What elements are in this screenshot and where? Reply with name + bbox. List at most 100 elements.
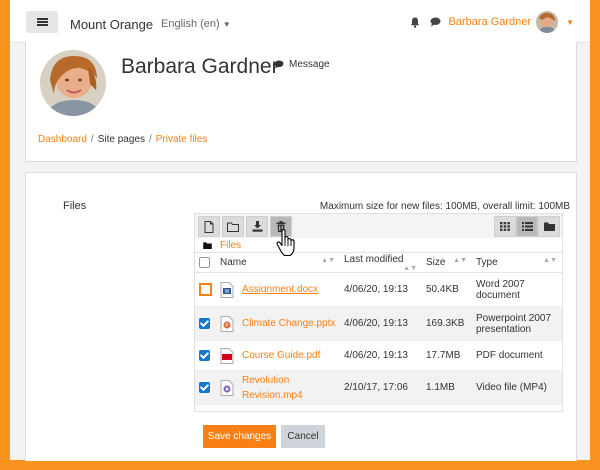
video-file-icon (220, 379, 234, 396)
profile-picture (40, 50, 106, 116)
view-tree-button[interactable] (538, 216, 560, 237)
file-manager-toolbar (195, 214, 562, 238)
download-icon (252, 221, 262, 232)
breadcrumb-private-files[interactable]: Private files (156, 134, 208, 145)
modified-cell: 4/06/20, 19:13 (340, 306, 422, 341)
page-frame: Mount Orange English (en) ▼ Barbara Gardn… (10, 0, 590, 461)
table-row[interactable]: W Assignment.docx 4/06/20, 19:13 50.4KB … (195, 272, 562, 307)
hamburger-icon (36, 18, 48, 26)
table-row[interactable]: Revolution Revision.mp4 2/10/17, 17:06 1… (195, 370, 562, 405)
folder-icon (543, 222, 555, 231)
table-row[interactable]: P Climate Change.pptx 4/06/20, 19:13 169… (195, 306, 562, 341)
breadcrumb-site-pages: Site pages (97, 134, 145, 145)
modified-cell: 4/06/20, 19:13 (340, 340, 422, 371)
pdf-icon (220, 347, 234, 364)
max-size-info: Maximum size for new files: 100MB, overa… (319, 201, 570, 212)
caret-down-icon[interactable]: ▼ (566, 18, 574, 27)
size-cell: 50.4KB (422, 272, 472, 307)
chat-icon[interactable] (430, 17, 441, 27)
file-name-link[interactable]: Climate Change.pptx (242, 316, 335, 331)
grid-icon (500, 222, 510, 231)
hand-cursor-icon (276, 229, 295, 257)
powerpoint-icon: P (220, 315, 234, 332)
row-checkbox[interactable] (199, 283, 212, 296)
breadcrumb: Dashboard / Site pages / Private files (38, 134, 207, 145)
page-title: Barbara Gardner (121, 55, 279, 78)
list-icon (521, 222, 533, 231)
file-manager: Files Name ▲▼ Last modified ▲▼ Size ▲▼ Type… (194, 213, 563, 412)
language-menu[interactable]: English (en) ▼ (161, 18, 231, 30)
sort-icon: ▲▼ (321, 257, 335, 264)
column-label: Last modified (344, 253, 404, 265)
size-cell: 169.3KB (422, 306, 472, 341)
size-cell: 17.7MB (422, 340, 472, 371)
column-label: Name (220, 257, 247, 268)
folder-outline-icon (227, 222, 239, 232)
message-label: Message (289, 59, 330, 70)
type-cell: Powerpoint 2007 presentation (472, 306, 562, 341)
file-name-link[interactable]: Course Guide.pdf (242, 348, 320, 363)
view-list-button[interactable] (516, 216, 538, 237)
files-field-label: Files (63, 200, 87, 212)
user-menu-name[interactable]: Barbara Gardner (449, 16, 532, 28)
column-label: Type (476, 257, 498, 268)
download-button[interactable] (246, 216, 268, 237)
column-label: Size (426, 257, 446, 268)
file-icon (204, 220, 214, 233)
type-cell: PDF document (472, 340, 562, 371)
breadcrumb-dashboard[interactable]: Dashboard (38, 134, 87, 145)
cancel-button[interactable]: Cancel (281, 425, 325, 448)
size-cell: 1.1MB (422, 370, 472, 405)
top-navbar: Mount Orange English (en) ▼ Barbara Gardn… (10, 0, 590, 43)
sort-icon: ▲▼ (543, 257, 557, 264)
avatar[interactable] (536, 11, 559, 33)
modified-cell: 2/10/17, 17:06 (340, 370, 422, 405)
file-table: Name ▲▼ Last modified ▲▼ Size ▲▼ Type ▲▼ W (195, 252, 562, 405)
row-checkbox[interactable] (199, 318, 210, 329)
file-name-cell: Revolution Revision.mp4 (216, 370, 340, 405)
row-checkbox[interactable] (199, 350, 210, 361)
view-icons-button[interactable] (494, 216, 516, 237)
user-avatar-image (536, 11, 559, 33)
modified-cell: 4/06/20, 19:13 (340, 272, 422, 307)
column-header-modified[interactable]: Last modified ▲▼ (340, 252, 422, 273)
user-area: Barbara Gardner ▼ (410, 9, 574, 35)
breadcrumb-separator: / (90, 134, 94, 145)
word-document-icon: W (220, 281, 234, 298)
row-select-cell (195, 306, 216, 341)
menu-toggle-button[interactable] (26, 11, 58, 33)
bell-icon[interactable] (410, 17, 420, 28)
page-header: Barbara Gardner Message Dashboard / Site p… (25, 42, 577, 162)
select-all-cell (195, 252, 216, 273)
type-cell: Video file (MP4) (472, 370, 562, 405)
row-select-cell (195, 340, 216, 371)
file-name-cell: Course Guide.pdf (216, 340, 340, 371)
select-all-checkbox[interactable] (199, 257, 210, 268)
folder-path: Files (203, 240, 241, 251)
avatar (40, 50, 106, 116)
add-file-button[interactable] (198, 216, 220, 237)
svg-text:W: W (225, 289, 230, 295)
folder-path-root[interactable]: Files (220, 240, 241, 251)
table-row[interactable]: Course Guide.pdf 4/06/20, 19:13 17.7MB P… (195, 340, 562, 371)
file-name-link[interactable]: Assignment.docx (242, 282, 318, 297)
file-name-cell: P Climate Change.pptx (216, 306, 340, 341)
table-header-row: Name ▲▼ Last modified ▲▼ Size ▲▼ Type ▲▼ (195, 252, 562, 273)
file-name-link[interactable]: Revolution Revision.mp4 (242, 373, 340, 403)
row-select-cell (195, 272, 216, 307)
sort-icon: ▲▼ (453, 257, 467, 264)
message-button[interactable]: Message (274, 59, 330, 70)
column-header-size[interactable]: Size ▲▼ (422, 252, 472, 273)
sort-icon: ▲▼ (403, 264, 417, 272)
create-folder-button[interactable] (222, 216, 244, 237)
save-changes-button[interactable]: Save changes (203, 425, 276, 448)
type-cell: Word 2007 document (472, 272, 562, 307)
breadcrumb-separator: / (148, 134, 152, 145)
site-name-link[interactable]: Mount Orange (70, 17, 153, 32)
row-select-cell (195, 370, 216, 405)
language-label: English (en) (161, 18, 220, 30)
private-files-form: Files Maximum size for new files: 100MB,… (25, 172, 577, 461)
row-checkbox[interactable] (199, 382, 210, 393)
column-header-type[interactable]: Type ▲▼ (472, 252, 562, 273)
caret-down-icon: ▼ (222, 20, 231, 29)
